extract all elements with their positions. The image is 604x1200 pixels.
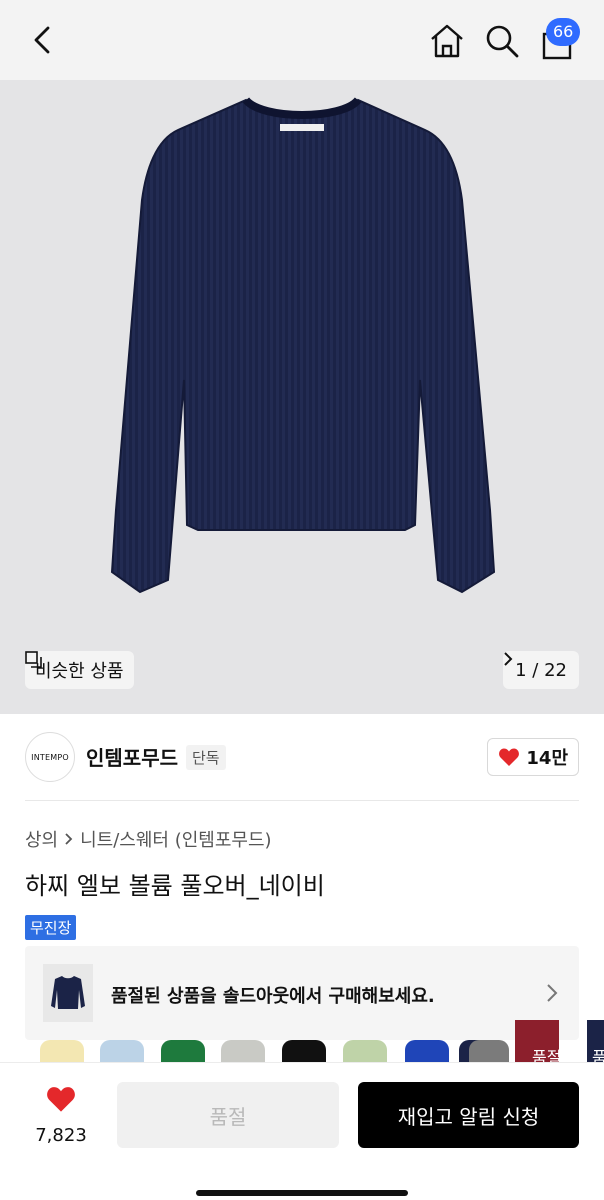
cart-count-badge: 66 bbox=[546, 18, 581, 46]
breadcrumb-item-knit[interactable]: 니트/스웨터 (인템포무드) bbox=[80, 826, 271, 852]
color-swatch[interactable] bbox=[221, 1040, 265, 1064]
chevron-right-icon bbox=[547, 984, 558, 1002]
soldout-button: 품절 bbox=[117, 1082, 339, 1148]
color-swatch[interactable] bbox=[100, 1040, 144, 1064]
breadcrumb: 상의 니트/스웨터 (인템포무드) bbox=[25, 826, 272, 852]
brand-logo-text: INTEMPO bbox=[31, 752, 69, 762]
chevron-right-icon bbox=[504, 652, 513, 666]
brand-row: INTEMPO 인템포무드 단독 14만 bbox=[0, 714, 604, 800]
similar-items-icon bbox=[25, 651, 42, 668]
product-title: 하찌 엘보 볼륨 풀오버_네이비 bbox=[25, 872, 325, 900]
heart-icon bbox=[499, 748, 520, 766]
product-image bbox=[110, 97, 496, 594]
brand-name[interactable]: 인템포무드 bbox=[86, 742, 178, 771]
search-icon[interactable] bbox=[484, 22, 520, 60]
exclusive-tag: 단독 bbox=[186, 745, 226, 770]
color-swatch[interactable] bbox=[282, 1040, 326, 1064]
soldout-banner-text: 품절된 상품을 솔드아웃에서 구매해보세요. bbox=[111, 986, 435, 1007]
bottom-action-bar: 7,823 품절 재입고 알림 신청 bbox=[0, 1062, 604, 1200]
brand-like-button[interactable]: 14만 bbox=[487, 738, 579, 776]
color-swatch[interactable] bbox=[343, 1040, 387, 1064]
brand-like-count: 14만 bbox=[526, 748, 568, 769]
color-swatch-strip bbox=[25, 1014, 604, 1064]
color-swatch[interactable] bbox=[161, 1040, 205, 1064]
color-swatch[interactable] bbox=[405, 1040, 449, 1064]
breadcrumb-item-top[interactable]: 상의 bbox=[25, 826, 58, 852]
wishlist-button[interactable]: 7,823 bbox=[25, 1085, 97, 1146]
divider bbox=[25, 800, 579, 801]
similar-products-label: 비슷한 상품 bbox=[35, 661, 124, 682]
top-navigation-bar: 66 bbox=[0, 0, 604, 80]
color-swatch[interactable] bbox=[40, 1040, 84, 1064]
chevron-right-icon bbox=[65, 833, 73, 845]
similar-products-button[interactable]: 비슷한 상품 bbox=[25, 651, 134, 689]
color-swatch[interactable] bbox=[469, 1040, 509, 1064]
home-indicator bbox=[196, 1190, 408, 1196]
brand-logo[interactable]: INTEMPO bbox=[25, 732, 75, 782]
restock-alert-button[interactable]: 재입고 알림 신청 bbox=[358, 1082, 579, 1148]
home-icon[interactable] bbox=[428, 22, 466, 60]
wishlist-count: 7,823 bbox=[35, 1125, 87, 1146]
free-shipping-badge: 무진장 bbox=[25, 915, 77, 940]
heart-icon bbox=[47, 1087, 75, 1112]
chevron-left-icon[interactable] bbox=[28, 24, 60, 56]
pager-text: 1 / 22 bbox=[515, 659, 567, 681]
product-image-gallery[interactable]: 비슷한 상품 1 / 22 bbox=[0, 80, 604, 714]
image-pager[interactable]: 1 / 22 bbox=[503, 651, 579, 689]
